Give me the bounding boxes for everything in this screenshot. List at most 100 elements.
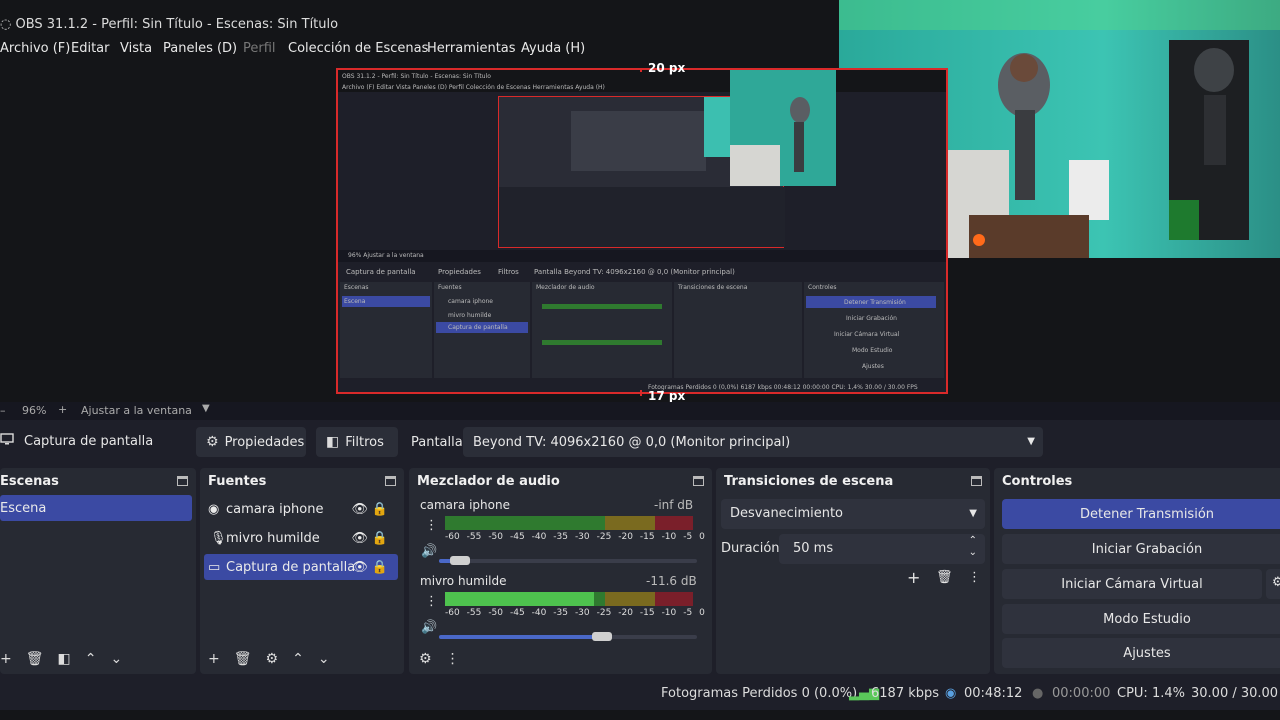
eye-icon[interactable]: 👁 <box>351 560 368 575</box>
nested-camera-thumb <box>730 70 836 186</box>
move-down-icon[interactable]: ⌄ <box>110 651 122 667</box>
slider-knob[interactable] <box>450 556 470 565</box>
stop-streaming-button[interactable]: Detener Transmisión <box>1002 499 1280 529</box>
volume-meter <box>445 516 695 530</box>
source-item[interactable]: ◉ camara iphone 👁 🔒 <box>204 496 398 522</box>
transition-select[interactable]: Desvanecimiento ▼ <box>721 499 985 529</box>
gear-icon: ⚙ <box>206 434 219 450</box>
trash-icon[interactable]: 🗑 <box>234 651 252 667</box>
studio-mode-button[interactable]: Modo Estudio <box>1002 604 1280 634</box>
menu-perfil[interactable]: Perfil <box>243 41 276 56</box>
start-virtual-camera-button[interactable]: Iniciar Cámara Virtual <box>1002 569 1262 599</box>
mixer-dock-footer: ⚙ ⋮ <box>409 644 712 674</box>
display-select[interactable]: Beyond TV: 4096x2160 @ 0,0 (Monitor prin… <box>463 427 1043 457</box>
channel-menu-icon[interactable]: ⋮ <box>425 594 438 609</box>
display-select-value: Beyond TV: 4096x2160 @ 0,0 (Monitor prin… <box>473 434 791 450</box>
nested-menu: Archivo (F) Editar Vista Paneles (D) Per… <box>342 84 605 91</box>
selected-source: Captura de pantalla <box>0 433 153 449</box>
settings-label: Ajustes <box>1123 645 1171 661</box>
start-recording-button[interactable]: Iniciar Grabación <box>1002 534 1280 564</box>
undock-icon[interactable] <box>385 476 396 486</box>
top-offset-label: 20 px <box>648 61 686 75</box>
tick: 0 <box>699 608 705 618</box>
nested-title: OBS 31.1.2 - Perfil: Sin Título - Escena… <box>342 73 491 80</box>
tick: -55 <box>466 532 482 542</box>
menu-ayuda[interactable]: Ayuda (H) <box>521 41 585 56</box>
chevron-up-icon[interactable]: ⌃ <box>969 535 977 546</box>
speaker-icon[interactable]: 🔊 <box>421 544 437 559</box>
slider-knob[interactable] <box>592 632 612 641</box>
lock-icon[interactable]: 🔒 <box>372 560 388 575</box>
scene-item[interactable]: Escena <box>0 495 192 521</box>
eye-icon[interactable]: 👁 <box>351 502 368 517</box>
properties-button[interactable]: ⚙ Propiedades <box>196 427 306 457</box>
zoom-out-icon[interactable]: – <box>0 404 6 417</box>
menu-paneles[interactable]: Paneles (D) <box>163 41 237 56</box>
chevron-down-icon[interactable]: ▼ <box>202 403 210 414</box>
nested-zoom: 96% Ajustar a la ventana <box>348 252 424 259</box>
zoom-in-icon[interactable]: + <box>58 403 67 416</box>
tick: -40 <box>531 608 547 618</box>
transition-select-value: Desvanecimiento <box>730 506 844 521</box>
lock-icon[interactable]: 🔒 <box>372 531 388 546</box>
nested-source-item: Captura de pantalla <box>448 324 508 331</box>
volume-slider[interactable] <box>439 632 697 641</box>
monitor-icon: ▭ <box>208 559 221 575</box>
lock-icon[interactable]: 🔒 <box>372 502 388 517</box>
add-icon[interactable]: + <box>907 568 920 587</box>
tick: -50 <box>488 608 504 618</box>
meter-ticks: -60 -55 -50 -45 -40 -35 -30 -25 -20 -15 -10 -5 0 <box>445 532 705 544</box>
filters-button[interactable]: ◧ Filtros <box>316 427 398 457</box>
add-icon[interactable]: + <box>208 651 220 667</box>
nested-inner-docks <box>499 187 785 247</box>
source-item[interactable]: 🎙 mivro humilde 👁 🔒 <box>204 525 398 551</box>
sources-dock: Fuentes ◉ camara iphone 👁 🔒 🎙 mivro humi… <box>200 468 404 674</box>
gear-icon[interactable]: ⚙ <box>266 651 279 667</box>
fit-to-window-button[interactable]: Ajustar a la ventana <box>81 404 192 417</box>
undock-icon[interactable] <box>177 476 188 486</box>
filter-icon[interactable]: ◧ <box>58 651 71 667</box>
menu-vista[interactable]: Vista <box>120 41 152 56</box>
tick: -20 <box>618 608 633 618</box>
undock-icon[interactable] <box>971 476 982 486</box>
add-icon[interactable]: + <box>0 651 12 667</box>
tick: -10 <box>661 532 677 542</box>
nested-ctl-label: Iniciar Grabación <box>846 315 897 322</box>
nested-ctl-label: Detener Transmisión <box>844 299 906 306</box>
trash-icon[interactable]: 🗑 <box>936 570 953 585</box>
more-icon[interactable]: ⋮ <box>446 651 460 667</box>
source-item-selected[interactable]: ▭ Captura de pantalla 👁 🔒 <box>204 554 398 580</box>
move-up-icon[interactable]: ⌃ <box>85 651 97 667</box>
tick: -25 <box>596 608 612 618</box>
nested-dock-title: Mezclador de audio <box>536 284 595 291</box>
transitions-dock-title: Transiciones de escena <box>724 473 894 489</box>
source-item-label: camara iphone <box>226 501 324 517</box>
scene-item-label: Escena <box>0 500 47 516</box>
start-recording-label: Iniciar Grabación <box>1091 541 1203 557</box>
volume-slider[interactable] <box>439 556 697 565</box>
settings-button[interactable]: Ajustes <box>1002 638 1280 668</box>
monitor-icon <box>0 433 14 449</box>
menu-archivo[interactable]: Archivo (F) <box>0 41 70 56</box>
undock-icon[interactable] <box>693 476 704 486</box>
virtual-camera-settings-button[interactable]: ⚙ <box>1266 569 1280 599</box>
gear-icon[interactable]: ⚙ <box>419 651 432 667</box>
tick: -30 <box>574 532 590 542</box>
duration-input[interactable]: 50 ms ⌃ ⌄ <box>779 534 985 564</box>
eye-icon[interactable]: 👁 <box>351 531 368 546</box>
more-icon[interactable]: ⋮ <box>968 570 981 585</box>
nested-dock-controls: Controles Detener Transmisión Iniciar Gr… <box>804 282 944 378</box>
move-down-icon[interactable]: ⌄ <box>318 651 330 667</box>
menu-herramientas[interactable]: Herramientas <box>427 41 516 56</box>
move-up-icon[interactable]: ⌃ <box>292 651 304 667</box>
channel-db: -inf dB <box>654 498 694 512</box>
speaker-icon[interactable]: 🔊 <box>421 620 437 635</box>
chevron-down-icon[interactable]: ⌄ <box>969 547 977 558</box>
channel-menu-icon[interactable]: ⋮ <box>425 518 438 533</box>
menu-editar[interactable]: Editar <box>71 41 110 56</box>
trash-icon[interactable]: 🗑 <box>26 651 44 667</box>
scenes-dock-title: Escenas <box>0 473 59 489</box>
menu-coleccion-escenas[interactable]: Colección de Escenas <box>288 41 428 56</box>
start-virtual-camera-label: Iniciar Cámara Virtual <box>1061 576 1203 592</box>
nested-camera-illustration <box>730 70 836 186</box>
